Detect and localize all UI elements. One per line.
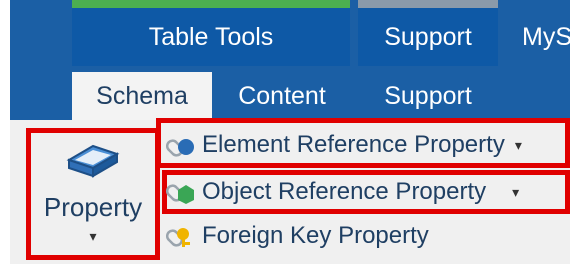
context-strip-table-tools: [72, 0, 350, 8]
object-reference-dropdown-caret[interactable]: ▾: [512, 184, 519, 201]
context-group-support: Support: [358, 0, 498, 66]
foreign-key-property-label: Foreign Key Property: [202, 222, 429, 249]
element-reference-dropdown-caret[interactable]: ▾: [515, 137, 522, 154]
tab-content[interactable]: Content: [218, 72, 346, 120]
context-label-mys[interactable]: MyS: [522, 8, 570, 66]
tab-support[interactable]: Support: [358, 72, 498, 120]
element-reference-property-button[interactable]: Element Reference Property ▾: [164, 125, 564, 165]
foreign-key-property-button[interactable]: Foreign Key Property: [164, 216, 564, 256]
context-label-table-tools[interactable]: Table Tools: [72, 8, 350, 66]
element-reference-property-label: Element Reference Property: [202, 131, 505, 158]
object-reference-icon: [164, 178, 198, 206]
element-reference-icon: [164, 131, 198, 159]
context-label-support[interactable]: Support: [358, 8, 498, 66]
context-group-table-tools: Table Tools: [72, 0, 350, 66]
left-margin: [0, 0, 10, 264]
foreign-key-icon: [164, 222, 198, 250]
object-reference-property-button[interactable]: Object Reference Property ▾: [164, 172, 564, 212]
property-dropdown-caret[interactable]: ▾: [34, 228, 152, 245]
context-strip-support: [358, 0, 498, 8]
eraser-block-icon: [65, 140, 121, 180]
property-button[interactable]: Property ▾: [34, 134, 152, 254]
tab-schema[interactable]: Schema: [72, 72, 212, 120]
object-reference-property-label: Object Reference Property: [202, 178, 487, 205]
property-button-label: Property: [43, 192, 143, 222]
